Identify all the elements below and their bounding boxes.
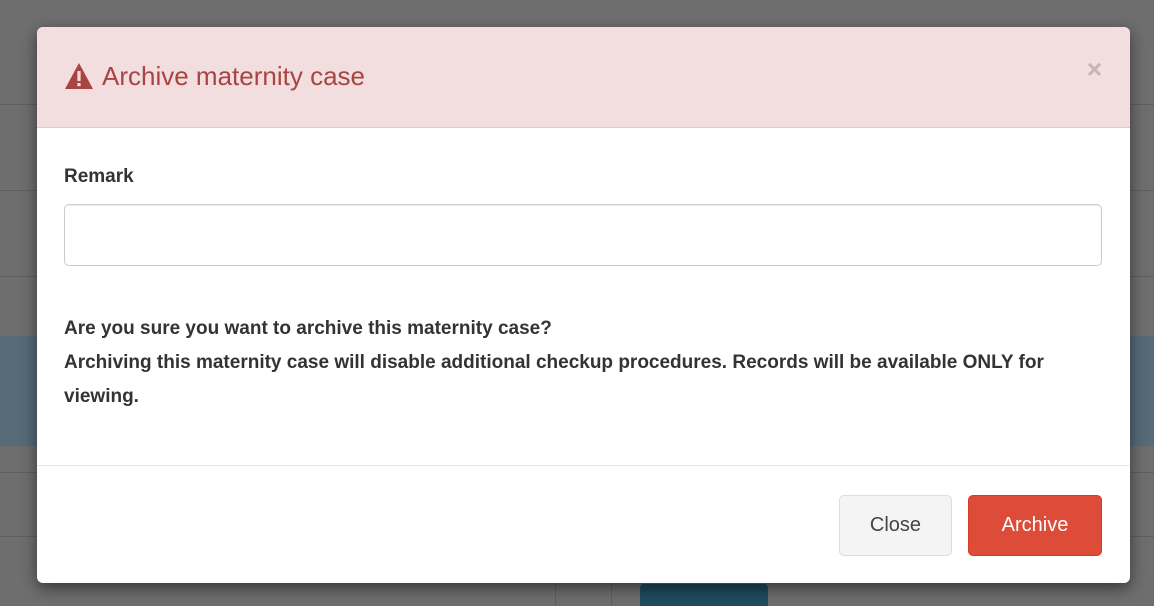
confirmation-question: Are you sure you want to archive this ma… bbox=[64, 318, 552, 339]
modal-title-text: Archive maternity case bbox=[102, 61, 365, 91]
close-icon[interactable]: × bbox=[1087, 56, 1102, 82]
archive-modal: Archive maternity case × Remark Are you … bbox=[37, 27, 1130, 583]
confirmation-detail: Archiving this maternity case will disab… bbox=[64, 352, 1044, 407]
remark-label: Remark bbox=[64, 166, 134, 187]
archive-button[interactable]: Archive bbox=[968, 495, 1102, 556]
modal-body: Remark Are you sure you want to archive … bbox=[37, 128, 1130, 466]
page-backdrop: Archive maternity case × Remark Are you … bbox=[0, 0, 1154, 606]
close-button[interactable]: Close bbox=[839, 495, 952, 556]
modal-header: Archive maternity case × bbox=[37, 27, 1130, 128]
remark-input[interactable] bbox=[64, 204, 1102, 266]
background-button bbox=[640, 584, 768, 606]
confirmation-message: Are you sure you want to archive this ma… bbox=[64, 312, 1104, 414]
warning-icon bbox=[64, 62, 94, 90]
modal-footer: Close Archive bbox=[37, 466, 1130, 583]
modal-title: Archive maternity case bbox=[64, 60, 365, 92]
